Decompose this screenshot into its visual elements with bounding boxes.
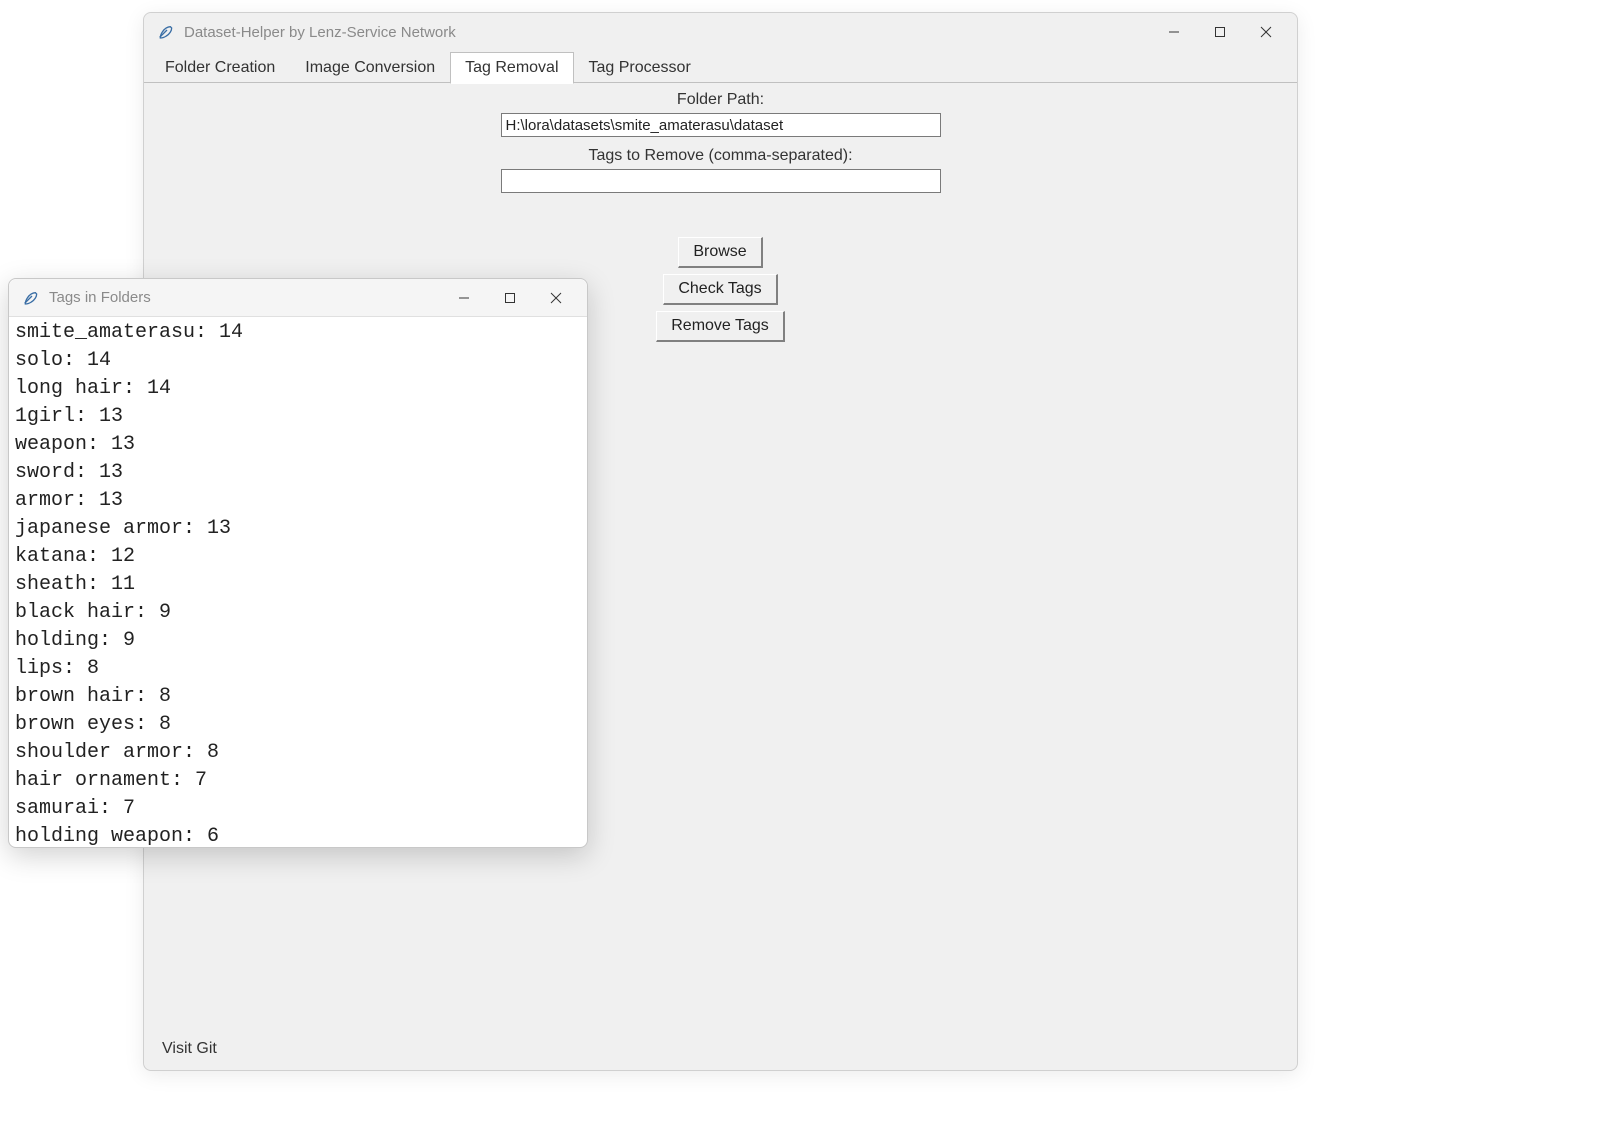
folder-path-input[interactable] xyxy=(501,113,941,137)
tab-tag-removal[interactable]: Tag Removal xyxy=(450,52,573,84)
statusbar: Visit Git xyxy=(144,1028,1297,1070)
tags-minimize-button[interactable] xyxy=(441,282,487,314)
tags-maximize-button[interactable] xyxy=(487,282,533,314)
tags-window: Tags in Folders smite_amaterasu: 14 solo… xyxy=(8,278,588,848)
main-window-title: Dataset-Helper by Lenz-Service Network xyxy=(184,24,1151,41)
tags-close-button[interactable] xyxy=(533,282,579,314)
tab-tag-processor[interactable]: Tag Processor xyxy=(574,52,706,83)
tab-folder-creation[interactable]: Folder Creation xyxy=(150,52,290,83)
close-button[interactable] xyxy=(1243,16,1289,48)
feather-icon xyxy=(21,289,39,307)
minimize-button[interactable] xyxy=(1151,16,1197,48)
check-tags-button[interactable]: Check Tags xyxy=(663,274,777,305)
tags-remove-input[interactable] xyxy=(501,169,941,193)
tabs-row: Folder Creation Image Conversion Tag Rem… xyxy=(144,51,1297,83)
tag-list[interactable]: smite_amaterasu: 14 solo: 14 long hair: … xyxy=(9,317,587,847)
browse-button[interactable]: Browse xyxy=(678,237,762,268)
visit-git-link[interactable]: Visit Git xyxy=(162,1040,217,1058)
tags-window-title: Tags in Folders xyxy=(49,289,441,306)
tags-remove-label: Tags to Remove (comma-separated): xyxy=(501,147,941,165)
tags-window-controls xyxy=(441,282,579,314)
feather-icon xyxy=(156,23,174,41)
window-controls xyxy=(1151,16,1289,48)
maximize-button[interactable] xyxy=(1197,16,1243,48)
folder-path-label: Folder Path: xyxy=(501,91,941,109)
remove-tags-button[interactable]: Remove Tags xyxy=(656,311,785,342)
tab-image-conversion[interactable]: Image Conversion xyxy=(290,52,450,83)
tags-titlebar[interactable]: Tags in Folders xyxy=(9,279,587,317)
main-titlebar[interactable]: Dataset-Helper by Lenz-Service Network xyxy=(144,13,1297,51)
